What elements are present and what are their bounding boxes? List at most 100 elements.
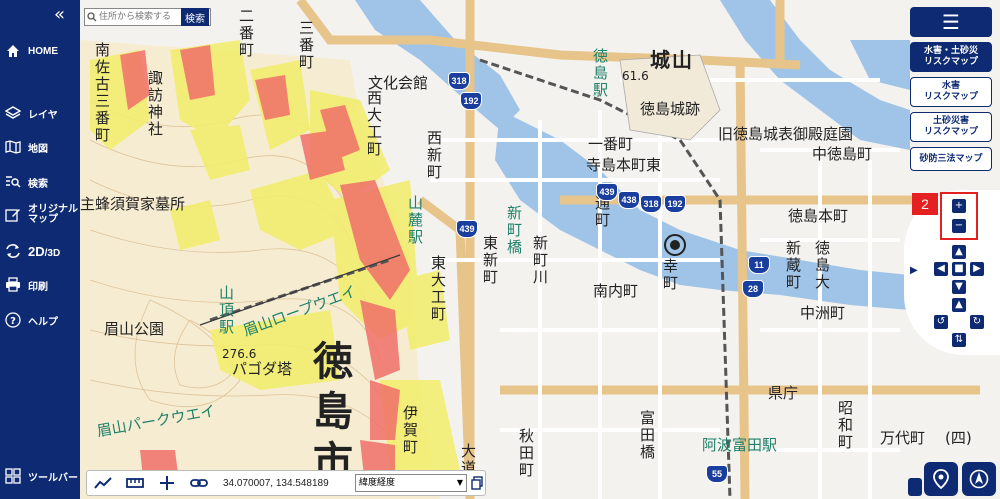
map-canvas[interactable]: 徳島市 文化会館 城山 徳島駅 徳島城跡 旧徳島城表御殿庭園 中徳島町 徳島本町… [0, 0, 1000, 499]
pan-up-icon[interactable]: ▲ [952, 245, 966, 259]
route-shield: 318 [448, 72, 470, 90]
route-shield: 192 [460, 92, 482, 110]
mode-2d: 2D [28, 243, 45, 259]
coordinate-format-select[interactable]: 緯度経度 ▼ [355, 474, 467, 492]
sidebar-item-label: 地図 [28, 143, 48, 155]
printer-icon [4, 276, 22, 294]
sidebar-item-map[interactable]: 地図 [4, 138, 48, 156]
map-label-higashi-shinmachi: 東新町 [481, 235, 499, 286]
sidebar-item-print[interactable]: 印刷 [4, 276, 48, 294]
map-label-elev-61: 61.6 [622, 69, 649, 83]
zoom-badge: 2 [912, 193, 938, 215]
mode-toggle-2d-3d[interactable]: 2D/3D [4, 242, 60, 260]
map-label-shinmachi-bashi: 新町橋 [505, 205, 523, 256]
sidebar-item-search[interactable]: 検索 [4, 173, 48, 191]
pan-down-icon[interactable]: ▼ [952, 280, 966, 294]
sidebar-item-toolbar[interactable]: ツールバー [4, 467, 78, 485]
compass-button[interactable] [962, 462, 996, 496]
link-icon[interactable] [183, 472, 215, 494]
help-icon: ? [4, 311, 22, 329]
sidebar-item-label: マップ [28, 214, 58, 225]
map-label-nibancho: 二番町 [237, 8, 255, 59]
reset-rotation-icon[interactable]: ⇅ [952, 333, 966, 347]
sidebar-item-help[interactable]: ? ヘルプ [4, 311, 58, 329]
map-label-shinmachigawa: 新町川 [531, 235, 549, 286]
map-label-shinkura: 新蔵町 [784, 240, 802, 291]
coordinate-readout: 34.070007, 134.548189 [223, 477, 329, 489]
swap-icon [4, 242, 22, 260]
ruler-icon[interactable] [119, 472, 151, 494]
map-label-showa: 昭和町 [836, 400, 854, 451]
risk-button-line: 土砂災害 [932, 116, 969, 126]
map-label-goten: 旧徳島城表御殿庭園 [718, 125, 854, 143]
map-label-hachisuka: 主蜂須賀家墓所 [80, 195, 186, 213]
collapse-panel-icon[interactable]: ▶ [910, 265, 918, 276]
double-chevron-left-icon[interactable]: « [54, 4, 65, 25]
measure-line-icon[interactable] [87, 472, 119, 494]
sidebar-item-label: ヘルプ [28, 316, 58, 328]
map-label-shisen: (四) [945, 429, 972, 447]
map-label-bizan-koen: 眉山公園 [104, 320, 165, 338]
search-button[interactable]: 検索 [181, 8, 209, 26]
rotate-left-icon[interactable]: ↺ [934, 315, 948, 329]
mode-3d: 3D [47, 247, 61, 259]
map-label-nanbancho: 南佐古三番町 [93, 42, 111, 144]
map-label-shiroyama: 城山 [650, 48, 694, 72]
pan-right-icon[interactable]: ▶ [970, 262, 984, 276]
sidebar-item-home[interactable]: HOME [4, 42, 58, 60]
tilt-up-icon[interactable]: ▲ [952, 298, 966, 312]
map-icon [4, 138, 22, 156]
sidebar: « HOME レイヤ 地図 検索 オリジナル マップ 2D/3D 印刷 ? ヘル… [0, 0, 80, 499]
pan-center-icon[interactable]: ■ [952, 262, 966, 276]
map-label-kencho: 県庁 [768, 384, 799, 402]
crosshair-icon[interactable] [151, 472, 183, 494]
map-label-nakasu: 中洲町 [800, 304, 846, 322]
hamburger-icon: ☰ [942, 10, 960, 34]
risk-button-line: リスクマップ [923, 127, 978, 137]
layers-icon [4, 104, 22, 122]
home-icon [4, 42, 22, 60]
map-label-nishidaiku: 西大工町 [365, 90, 383, 158]
zoom-out-button[interactable]: − [952, 219, 966, 233]
route-shield: 55 [706, 465, 728, 483]
compass-icon [969, 469, 989, 493]
map-label-pagoda: パゴダ塔 [232, 360, 293, 378]
zoom-toggle-icon[interactable] [908, 478, 922, 496]
map-label-sanbancho: 三番町 [297, 20, 315, 71]
rotate-right-icon[interactable]: ↻ [970, 315, 984, 329]
copy-icon[interactable] [471, 475, 483, 494]
risk-map-landslide-button[interactable]: 土砂災害 リスクマップ [910, 112, 992, 142]
map-label-sancho: 山頂駅 [217, 285, 235, 336]
zoom-in-button[interactable]: + [952, 199, 966, 213]
risk-button-line: 砂防三法マップ [919, 153, 983, 164]
map-label-saiwaicho: 幸町 [661, 258, 679, 292]
map-label-tokushima-eki: 徳島駅 [591, 48, 609, 99]
coordinate-format-value: 緯度経度 [359, 478, 396, 488]
sidebar-item-label: レイヤ [28, 109, 58, 121]
location-pin-icon [933, 469, 949, 493]
risk-map-combined-button[interactable]: 水害・土砂災 リスクマップ [910, 42, 992, 72]
sabo-map-button[interactable]: 砂防三法マップ [910, 147, 992, 171]
search-list-icon [4, 173, 22, 191]
pan-left-icon[interactable]: ◀ [934, 262, 948, 276]
risk-button-line: リスクマップ [923, 57, 978, 67]
map-label-naka-tokushima: 中徳島町 [812, 145, 873, 163]
map-label-iga: 伊賀町 [401, 405, 419, 456]
map-label-tokushima-dai: 徳島大 [813, 240, 831, 291]
map-label-tokushima-city: 徳島市 [306, 340, 352, 490]
bottom-toolbar: 34.070007, 134.548189 緯度経度 ▼ [86, 470, 486, 496]
map-label-sanroku: 山麓駅 [406, 195, 424, 246]
sidebar-item-label: ツールバー [28, 472, 78, 484]
search-input[interactable] [97, 9, 181, 25]
map-label-terashima: 寺島本町東 [586, 156, 662, 174]
sidebar-item-label: 検索 [28, 178, 48, 190]
risk-map-flood-button[interactable]: 水害 リスクマップ [910, 77, 992, 107]
sidebar-item-layers[interactable]: レイヤ [4, 104, 58, 122]
location-button[interactable] [924, 462, 958, 496]
route-shield: 439 [596, 183, 618, 201]
menu-button[interactable]: ☰ [910, 7, 992, 37]
map-label-nishi-shinmachi: 西新町 [425, 130, 443, 181]
sidebar-item-original-map[interactable]: オリジナル マップ [4, 205, 78, 225]
route-shield: 192 [664, 195, 686, 213]
search-icon [85, 12, 97, 22]
